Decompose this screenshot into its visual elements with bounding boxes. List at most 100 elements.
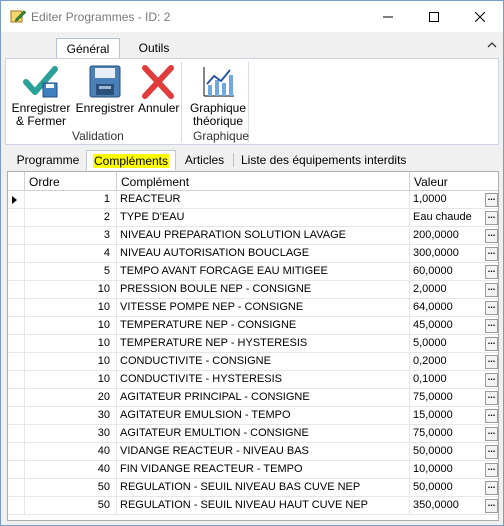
cell-ordre[interactable]: 20 xyxy=(25,389,117,406)
row-selector[interactable] xyxy=(8,191,25,208)
chevron-up-icon[interactable] xyxy=(485,40,499,50)
cell-complement[interactable]: FIN VIDANGE REACTEUR - TEMPO xyxy=(117,461,410,478)
row-selector[interactable] xyxy=(8,227,25,244)
row-selector[interactable] xyxy=(8,461,25,478)
cell-ordre[interactable]: 30 xyxy=(25,407,117,424)
ellipsis-button[interactable]: ... xyxy=(485,409,498,423)
cell-valeur[interactable]: 10,0000 xyxy=(410,461,482,478)
save-button[interactable]: Enregistrer xyxy=(75,61,135,115)
cell-valeur[interactable]: 200,0000 xyxy=(410,227,482,244)
cell-complement[interactable]: CONDUCTIVITE - HYSTERESIS xyxy=(117,371,410,388)
cell-complement[interactable]: NIVEAU AUTORISATION BOUCLAGE xyxy=(117,245,410,262)
save-close-button[interactable]: Enregistrer & Fermer xyxy=(11,61,71,128)
ellipsis-button[interactable]: ... xyxy=(485,499,498,513)
table-row[interactable]: 10 TEMPERATURE NEP - CONSIGNE 45,0000... xyxy=(8,317,498,335)
maximize-button[interactable] xyxy=(411,1,457,32)
table-row[interactable]: 1 REACTEUR 1,0000... xyxy=(8,191,498,209)
table-row[interactable]: 5 TEMPO AVANT FORCAGE EAU MITIGEE 60,0000.… xyxy=(8,263,498,281)
cell-valeur[interactable]: 0,1000 xyxy=(410,371,482,388)
cell-valeur[interactable]: 60,0000 xyxy=(410,263,482,280)
cell-valeur[interactable]: 1,0000 xyxy=(410,191,482,208)
cell-ordre[interactable]: 10 xyxy=(25,281,117,298)
table-row[interactable]: 3 NIVEAU PREPARATION SOLUTION LAVAGE 200,0… xyxy=(8,227,498,245)
row-selector[interactable] xyxy=(8,371,25,388)
cell-complement[interactable]: PRESSION BOULE NEP - CONSIGNE xyxy=(117,281,410,298)
ellipsis-button[interactable]: ... xyxy=(485,301,498,315)
cell-ordre[interactable]: 10 xyxy=(25,353,117,370)
row-selector[interactable] xyxy=(8,389,25,406)
table-row[interactable]: 50 REGULATION - SEUIL NIVEAU BAS CUVE NEP… xyxy=(8,479,498,497)
table-row[interactable]: 10 VITESSE POMPE NEP - CONSIGNE 64,0000... xyxy=(8,299,498,317)
cell-valeur[interactable]: 50,0000 xyxy=(410,479,482,496)
table-row[interactable]: 40 FIN VIDANGE REACTEUR - TEMPO 10,0000... xyxy=(8,461,498,479)
cell-valeur[interactable]: 45,0000 xyxy=(410,317,482,334)
cell-complement[interactable]: VITESSE POMPE NEP - CONSIGNE xyxy=(117,299,410,316)
cell-ordre[interactable]: 2 xyxy=(25,209,117,226)
cell-complement[interactable]: TEMPERATURE NEP - HYSTERESIS xyxy=(117,335,410,352)
cell-complement[interactable]: REGULATION - SEUIL NIVEAU HAUT CUVE NEP xyxy=(117,497,410,514)
ellipsis-button[interactable]: ... xyxy=(485,319,498,333)
ribbon-tab-general[interactable]: Général xyxy=(56,38,120,59)
cell-valeur[interactable]: Eau chaude xyxy=(410,209,482,226)
cell-valeur[interactable]: 75,0000 xyxy=(410,425,482,442)
cell-complement[interactable]: CONDUCTIVITE - CONSIGNE xyxy=(117,353,410,370)
row-selector[interactable] xyxy=(8,299,25,316)
cell-valeur[interactable]: 50,0000 xyxy=(410,443,482,460)
cell-valeur[interactable]: 75,0000 xyxy=(410,389,482,406)
ellipsis-button[interactable]: ... xyxy=(485,211,498,225)
cell-ordre[interactable]: 1 xyxy=(25,191,117,208)
tab-articles[interactable]: Articles xyxy=(177,150,232,170)
cell-complement[interactable]: AGITATEUR EMULTION - CONSIGNE xyxy=(117,425,410,442)
row-selector[interactable] xyxy=(8,425,25,442)
row-selector[interactable] xyxy=(8,353,25,370)
row-selector[interactable] xyxy=(8,263,25,280)
cell-complement[interactable]: TYPE D'EAU xyxy=(117,209,410,226)
table-row[interactable]: 50 REGULATION - SEUIL NIVEAU HAUT CUVE NE… xyxy=(8,497,498,515)
ellipsis-button[interactable]: ... xyxy=(485,247,498,261)
ellipsis-button[interactable]: ... xyxy=(485,265,498,279)
cell-complement[interactable]: AGITATEUR PRINCIPAL - CONSIGNE xyxy=(117,389,410,406)
cell-ordre[interactable]: 3 xyxy=(25,227,117,244)
ellipsis-button[interactable]: ... xyxy=(485,229,498,243)
column-header-complement[interactable]: Complément xyxy=(117,172,410,191)
cancel-button[interactable]: Annuler xyxy=(138,61,179,115)
cell-ordre[interactable]: 10 xyxy=(25,371,117,388)
ellipsis-button[interactable]: ... xyxy=(485,481,498,495)
ellipsis-button[interactable]: ... xyxy=(485,463,498,477)
cell-complement[interactable]: TEMPO AVANT FORCAGE EAU MITIGEE xyxy=(117,263,410,280)
cell-valeur[interactable]: 350,0000 xyxy=(410,497,482,514)
cell-ordre[interactable]: 50 xyxy=(25,497,117,514)
cell-valeur[interactable]: 2,0000 xyxy=(410,281,482,298)
row-selector[interactable] xyxy=(8,407,25,424)
ellipsis-button[interactable]: ... xyxy=(485,337,498,351)
cell-ordre[interactable]: 30 xyxy=(25,425,117,442)
cell-complement[interactable]: AGITATEUR EMULSION - TEMPO xyxy=(117,407,410,424)
cell-valeur[interactable]: 0,2000 xyxy=(410,353,482,370)
row-selector[interactable] xyxy=(8,443,25,460)
cell-ordre[interactable]: 40 xyxy=(25,443,117,460)
row-selector[interactable] xyxy=(8,317,25,334)
table-row[interactable]: 2 TYPE D'EAU Eau chaude... xyxy=(8,209,498,227)
cell-complement[interactable]: TEMPERATURE NEP - CONSIGNE xyxy=(117,317,410,334)
ellipsis-button[interactable]: ... xyxy=(485,283,498,297)
minimize-button[interactable] xyxy=(365,1,411,32)
table-row[interactable]: 40 VIDANGE REACTEUR - NIVEAU BAS 50,0000..… xyxy=(8,443,498,461)
cell-valeur[interactable]: 300,0000 xyxy=(410,245,482,262)
cell-complement[interactable]: REGULATION - SEUIL NIVEAU BAS CUVE NEP xyxy=(117,479,410,496)
table-row[interactable]: 10 CONDUCTIVITE - HYSTERESIS 0,1000... xyxy=(8,371,498,389)
row-selector[interactable] xyxy=(8,245,25,262)
ellipsis-button[interactable]: ... xyxy=(485,445,498,459)
cell-valeur[interactable]: 15,0000 xyxy=(410,407,482,424)
close-button[interactable] xyxy=(457,1,503,32)
row-selector[interactable] xyxy=(8,479,25,496)
row-selector[interactable] xyxy=(8,497,25,514)
cell-complement[interactable]: REACTEUR xyxy=(117,191,410,208)
cell-ordre[interactable]: 50 xyxy=(25,479,117,496)
cell-complement[interactable]: VIDANGE REACTEUR - NIVEAU BAS xyxy=(117,443,410,460)
cell-ordre[interactable]: 5 xyxy=(25,263,117,280)
cell-valeur[interactable]: 64,0000 xyxy=(410,299,482,316)
tab-complements[interactable]: Compléments xyxy=(86,150,176,170)
ribbon-tab-outils[interactable]: Outils xyxy=(129,38,179,59)
table-row[interactable]: 30 AGITATEUR EMULSION - TEMPO 15,0000... xyxy=(8,407,498,425)
cell-valeur[interactable]: 5,0000 xyxy=(410,335,482,352)
